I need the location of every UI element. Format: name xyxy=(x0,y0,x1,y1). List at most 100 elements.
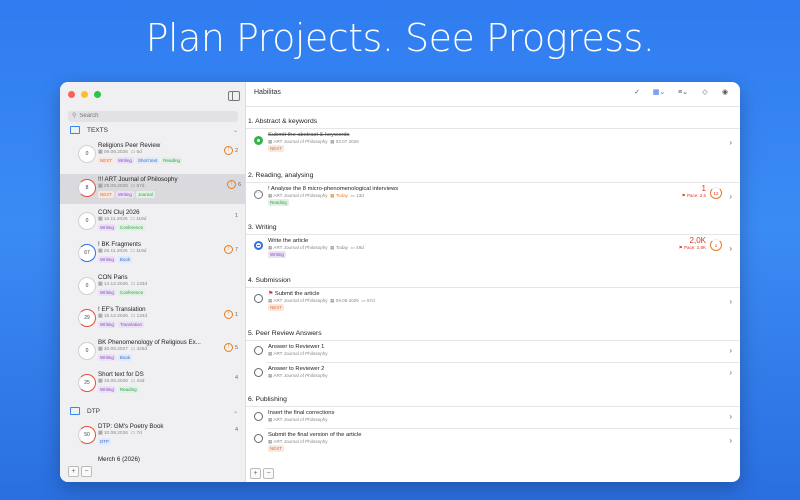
list-view-icon[interactable]: ≡⌄ xyxy=(674,88,692,98)
task-checkbox[interactable] xyxy=(254,190,263,199)
zoom-window-button[interactable] xyxy=(94,91,101,98)
task-checkbox[interactable] xyxy=(254,294,263,303)
project-item-selected[interactable]: 8 !!! ART Journal of Philosophy ▦ 29.09.… xyxy=(60,174,245,204)
task-title: Answer to Reviewer 1 xyxy=(268,344,325,350)
task-days: 57d xyxy=(366,298,375,303)
sidebar: ⚲ TEXTS ⌄ 0 Religions Peer Review ▦ 09.0… xyxy=(60,82,246,482)
task-row[interactable]: Answer to Reviewer 2 ▦ ART Journal of Ph… xyxy=(246,364,740,384)
search-input[interactable] xyxy=(79,113,220,119)
chevron-right-icon[interactable]: › xyxy=(729,244,732,253)
tag-list: NEXT xyxy=(268,445,285,452)
tag-list: Writing Conference xyxy=(98,289,146,296)
task-checkbox[interactable] xyxy=(254,136,263,145)
metric-value: 1 xyxy=(701,184,706,193)
project-item[interactable]: 0 Religions Peer Review ▦ 09.08.2026 ▭ 5… xyxy=(74,140,242,170)
chevron-right-icon[interactable]: › xyxy=(729,297,732,306)
tag: Conference xyxy=(117,224,146,231)
task-row[interactable]: Insert the final corrections ▦ ART Journ… xyxy=(246,408,740,428)
tag: Writing xyxy=(116,157,134,164)
tag: Translation xyxy=(117,321,145,328)
progress-ring: 50 xyxy=(78,426,96,444)
minimize-window-button[interactable] xyxy=(81,91,88,98)
task-row[interactable]: Submit the abstract & keywords ▦ ART Jou… xyxy=(246,130,740,156)
chevron-right-icon[interactable]: › xyxy=(729,368,732,377)
project-title: DTP: GM's Poetry Book xyxy=(98,423,164,430)
item-counter: ! 2 xyxy=(223,146,238,155)
project-item[interactable]: 25 Short text for DS ▦ 15.08.2026 ▭ 43d … xyxy=(74,369,242,399)
task-days: 13d xyxy=(356,193,364,198)
calendar-icon: ▦ xyxy=(98,184,103,189)
project-item[interactable]: 29 ! EF's Translation ▦ 15.12.2026 ▭ 134… xyxy=(74,304,242,334)
task-date: Today xyxy=(335,193,348,198)
group-name: DTP xyxy=(87,407,100,415)
warning-icon: ! xyxy=(223,310,233,319)
checkmark-circle-icon[interactable]: ✓ xyxy=(630,88,644,98)
task-row[interactable]: Answer to Reviewer 1 ▦ ART Journal of Ph… xyxy=(246,342,740,362)
project-item[interactable]: 0 BK Phenomenology of Religious Ex... ▦ … xyxy=(74,337,242,367)
task-title: ! Analyse the 8 micro-phenomenological i… xyxy=(268,186,399,192)
group-name: TEXTS xyxy=(87,126,108,134)
tag: DTP xyxy=(98,438,111,445)
chevron-right-icon[interactable]: › xyxy=(729,436,732,445)
tag-list: NEXT Writing Short text Reading xyxy=(98,157,182,164)
chevron-right-icon[interactable]: › xyxy=(729,138,732,147)
comment-icon: ▭ xyxy=(350,193,355,198)
task-row[interactable]: Write the article ▦ ART Journal of Philo… xyxy=(246,236,740,264)
project-meta: ▦ 14.12.2026 ▭ 133d xyxy=(98,282,147,287)
chevron-right-icon[interactable]: › xyxy=(729,192,732,201)
group-texts[interactable]: TEXTS ⌄ xyxy=(70,126,238,134)
group-dtp[interactable]: DTP ⌄ xyxy=(70,407,238,415)
add-task-button[interactable]: + xyxy=(250,468,261,479)
tag: Writing xyxy=(116,191,134,198)
calendar-view-icon[interactable]: ▦⌄ xyxy=(650,88,668,98)
task-title-text: Submit the article xyxy=(274,291,320,297)
task-project: ART Journal of Philosophy xyxy=(273,351,328,356)
project-icon: ▦ xyxy=(268,373,273,378)
item-counter: 1 xyxy=(235,213,238,219)
tag: Book xyxy=(117,256,133,263)
tag-icon[interactable]: ◇ xyxy=(698,88,712,98)
remove-task-button[interactable]: − xyxy=(263,468,274,479)
chevron-right-icon[interactable]: › xyxy=(729,346,732,355)
project-icon: ▦ xyxy=(268,245,273,250)
task-row[interactable]: ⚑ Submit the article ▦ ART Journal of Ph… xyxy=(246,289,740,315)
chevron-down-icon[interactable]: ⌄ xyxy=(233,408,238,415)
remove-project-button[interactable]: − xyxy=(81,466,92,477)
project-item[interactable]: 0 CON Cluj 2026 ▦ 16.11.2026 ▭ 118d Writ… xyxy=(74,207,242,237)
task-checkbox[interactable] xyxy=(254,434,263,443)
project-title: CON Paris xyxy=(98,274,128,281)
close-window-button[interactable] xyxy=(68,91,75,98)
project-date: 09.08.2026 xyxy=(103,150,128,155)
task-row[interactable]: ! Analyse the 8 micro-phenomenological i… xyxy=(246,184,740,212)
search-field[interactable]: ⚲ xyxy=(68,111,238,122)
project-days: 5d xyxy=(136,150,142,155)
sidebar-toggle-icon[interactable] xyxy=(228,91,240,101)
comment-icon: ▭ xyxy=(130,431,136,436)
task-checkbox[interactable] xyxy=(254,241,263,250)
progress-ring: 1 xyxy=(710,239,722,251)
eye-icon[interactable]: ◉ xyxy=(718,88,732,98)
task-metric: 1 ⚑ Pace: 2,5 xyxy=(682,184,706,199)
task-date: Today xyxy=(335,245,348,250)
project-days: 97d xyxy=(136,184,145,189)
task-checkbox[interactable] xyxy=(254,368,263,377)
warning-icon: ! xyxy=(223,343,233,352)
project-item[interactable]: Merch 6 (2026) xyxy=(74,454,242,464)
task-checkbox[interactable] xyxy=(254,346,263,355)
project-item[interactable]: 50 DTP: GM's Poetry Book ▦ 10.08.2026 ▭ … xyxy=(74,421,242,451)
tag-list: Writing xyxy=(268,251,286,258)
divider xyxy=(266,428,740,429)
warning-icon: ! xyxy=(226,180,236,189)
chevron-down-icon[interactable]: ⌄ xyxy=(233,127,238,134)
task-row[interactable]: Submit the final version of the article … xyxy=(246,430,740,456)
flag-icon: ⚑ xyxy=(678,245,683,250)
tag: Reading xyxy=(161,157,182,164)
task-checkbox[interactable] xyxy=(254,412,263,421)
task-metric: 2,0K ⚑ Pace: 2,9K xyxy=(679,236,706,251)
chevron-right-icon[interactable]: › xyxy=(729,412,732,421)
project-item[interactable]: 67 ! BK Fragments ▦ 25.11.2026 ▭ 119d Wr… xyxy=(74,239,242,269)
task-title: Answer to Reviewer 2 xyxy=(268,366,325,372)
project-item[interactable]: 0 CON Paris ▦ 14.12.2026 ▭ 133d Writing … xyxy=(74,272,242,302)
task-meta: ▦ ART Journal of Philosophy xyxy=(268,373,328,379)
add-project-button[interactable]: + xyxy=(68,466,79,477)
